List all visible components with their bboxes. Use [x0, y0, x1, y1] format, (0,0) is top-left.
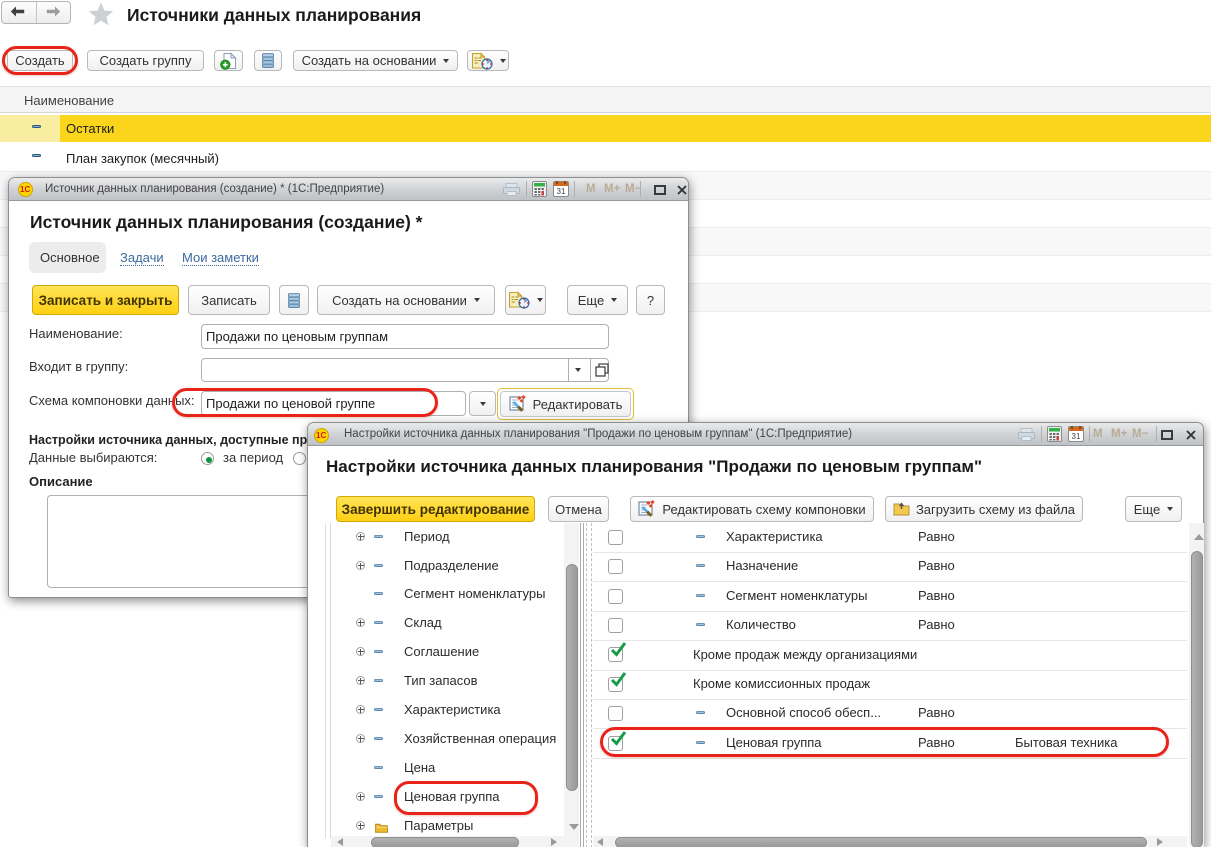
svg-text:31: 31 — [557, 187, 566, 196]
svg-text:31: 31 — [1072, 432, 1081, 441]
